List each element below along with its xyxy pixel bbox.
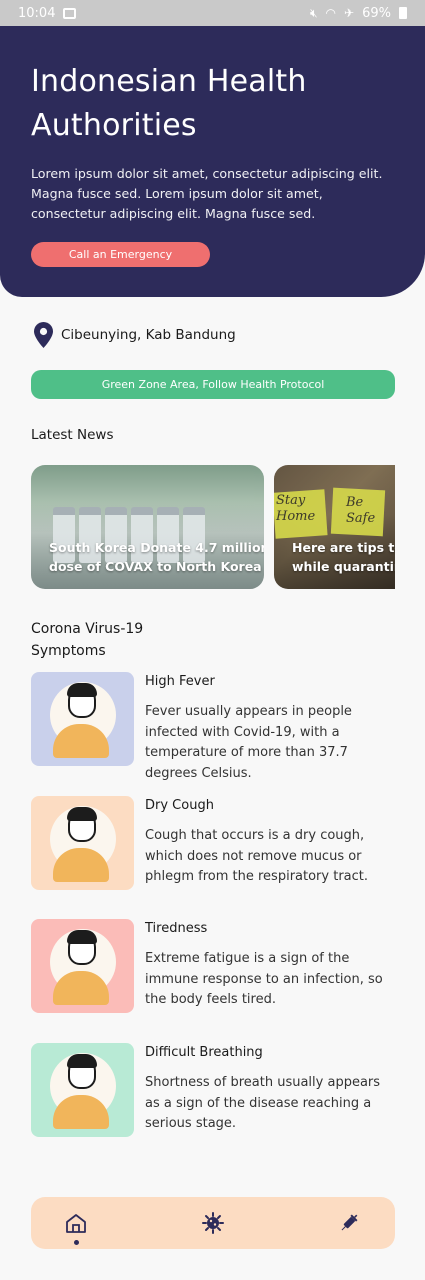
symptom-item[interactable]: Difficult Breathing Shortness of breath …: [31, 1043, 395, 1143]
news-card[interactable]: South Korea Donate 4.7 million dose of C…: [31, 465, 264, 589]
call-emergency-button[interactable]: Call an Emergency: [31, 242, 210, 267]
header-description: Lorem ipsum dolor sit amet, consectetur …: [31, 166, 383, 221]
bottom-nav: [31, 1197, 395, 1249]
status-time: 10:04: [18, 5, 56, 21]
news-headline-line: while quarantin: [292, 559, 395, 574]
nav-home[interactable]: [64, 1211, 88, 1245]
nav-virus[interactable]: [201, 1211, 225, 1235]
news-headline-line: Here are tips to: [292, 540, 395, 555]
news-headline-line: South Korea Donate 4.7 million: [49, 540, 264, 555]
symptom-name: High Fever: [145, 674, 215, 689]
sticky-note-text: Stay Home: [276, 493, 316, 524]
gallery-icon: [63, 7, 77, 19]
symptom-description: Cough that occurs is a dry cough, which …: [145, 828, 369, 884]
symptom-description: Extreme fatigue is a sign of the immune …: [145, 951, 383, 1007]
news-headline-line: dose of COVAX to North Korea: [49, 559, 262, 574]
symptom-description: Shortness of breath usually appears as a…: [145, 1075, 381, 1131]
news-headline: Here are tips to while quarantin: [292, 538, 395, 576]
location[interactable]: Cibeunying, Kab Bandung: [34, 322, 236, 348]
symptom-name: Difficult Breathing: [145, 1045, 263, 1060]
virus-icon: [201, 1212, 224, 1234]
page-title: Indonesian Health Authorities: [31, 64, 307, 143]
symptoms-title-line: Corona Virus-19: [31, 621, 144, 637]
status-right: 🔇︎ ◠ ✈ 69%: [310, 6, 407, 21]
symptom-illustration: [31, 672, 134, 766]
wifi-icon: ◠: [325, 6, 337, 20]
news-card[interactable]: Stay Home Be Safe Here are tips to while…: [274, 465, 395, 589]
symptom-item[interactable]: High Fever Fever usually appears in peop…: [31, 672, 395, 781]
map-pin-icon: [34, 322, 53, 348]
airplane-icon: ✈: [344, 6, 355, 20]
battery-percent: 69%: [362, 5, 391, 21]
symptoms-title-line: Symptoms: [31, 643, 106, 659]
symptom-item[interactable]: Tiredness Extreme fatigue is a sign of t…: [31, 919, 395, 1019]
home-icon: [66, 1214, 86, 1233]
symptom-description: Fever usually appears in people infected…: [145, 704, 352, 781]
battery-icon: [399, 7, 407, 19]
symptoms-title: Corona Virus-19 Symptoms: [31, 618, 143, 662]
latest-news-title: Latest News: [31, 427, 114, 443]
header: Indonesian Health Authorities Lorem ipsu…: [0, 26, 425, 297]
symptom-illustration: [31, 796, 134, 890]
active-indicator: [74, 1240, 79, 1245]
mute-icon: 🔇︎: [309, 5, 318, 20]
sticky-note-text: Be Safe: [346, 495, 376, 526]
symptom-illustration: [31, 919, 134, 1013]
status-bar: 10:04 🔇︎ ◠ ✈ 69%: [0, 0, 425, 26]
nav-vaccine[interactable]: [337, 1211, 361, 1235]
symptom-item[interactable]: Dry Cough Cough that occurs is a dry cou…: [31, 796, 395, 896]
status-left: 10:04: [18, 5, 77, 21]
symptom-name: Dry Cough: [145, 798, 214, 813]
news-carousel[interactable]: South Korea Donate 4.7 million dose of C…: [31, 465, 395, 590]
zone-status-banner: Green Zone Area, Follow Health Protocol: [31, 370, 395, 399]
location-label: Cibeunying, Kab Bandung: [61, 327, 236, 343]
symptom-illustration: [31, 1043, 134, 1137]
syringe-icon: [341, 1214, 358, 1231]
symptom-name: Tiredness: [145, 921, 208, 936]
news-headline: South Korea Donate 4.7 million dose of C…: [49, 538, 264, 576]
